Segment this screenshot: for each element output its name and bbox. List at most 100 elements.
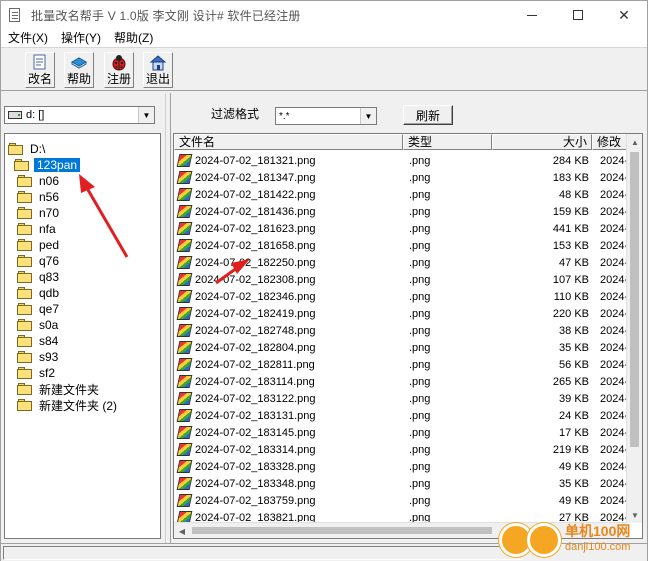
menu-operation[interactable]: 操作(Y)	[54, 29, 107, 47]
refresh-button[interactable]: 刷新	[403, 105, 453, 125]
scroll-up-icon[interactable]: ▲	[627, 134, 642, 150]
table-row[interactable]: 2024-07-02_181623.png .png 441 KB 2024-	[174, 220, 632, 237]
table-row[interactable]: 2024-07-02_182346.png .png 110 KB 2024-	[174, 288, 632, 305]
table-row[interactable]: 2024-07-02_181347.png .png 183 KB 2024-	[174, 169, 632, 186]
pane-splitter[interactable]	[165, 93, 171, 543]
column-header-modified[interactable]: 修改	[592, 134, 627, 150]
file-size: 441 KB	[552, 222, 589, 235]
tree-root[interactable]: D:\	[8, 141, 47, 157]
table-row[interactable]: 2024-07-02_182308.png .png 107 KB 2024-	[174, 271, 632, 288]
hscroll-thumb[interactable]	[192, 527, 492, 534]
folder-icon	[17, 367, 33, 379]
table-row[interactable]: 2024-07-02_183314.png .png 219 KB 2024-	[174, 441, 632, 458]
tree-item[interactable]: s0a	[17, 317, 60, 333]
column-header-type[interactable]: 类型	[403, 134, 492, 150]
menu-help[interactable]: 帮助(Z)	[107, 29, 159, 47]
file-name-cell: 2024-07-02_182748.png	[174, 324, 403, 337]
folder-icon	[17, 175, 33, 187]
chevron-down-icon[interactable]: ▼	[360, 108, 376, 124]
table-row[interactable]: 2024-07-02_182748.png .png 38 KB 2024-	[174, 322, 632, 339]
table-row[interactable]: 2024-07-02_182419.png .png 220 KB 2024-	[174, 305, 632, 322]
help-button[interactable]: 帮助	[64, 52, 94, 88]
tree-item[interactable]: ped	[17, 237, 61, 253]
table-row[interactable]: 2024-07-02_182804.png .png 35 KB 2024-	[174, 339, 632, 356]
folder-icon	[17, 383, 33, 395]
file-type: .png	[409, 443, 431, 456]
tree-item[interactable]: 新建文件夹 (2)	[17, 397, 119, 413]
chevron-down-icon[interactable]: ▼	[138, 107, 154, 123]
tree-item[interactable]: 新建文件夹	[17, 381, 101, 397]
tree-item[interactable]: n56	[17, 189, 61, 205]
menu-file[interactable]: 文件(X)	[1, 29, 54, 47]
tree-item-123pan[interactable]: 123pan	[14, 157, 81, 173]
folder-icon	[17, 351, 33, 363]
column-header-name[interactable]: 文件名	[174, 134, 403, 150]
file-name-cell: 2024-07-02_181347.png	[174, 171, 403, 184]
table-row[interactable]: 2024-07-02_183328.png .png 49 KB 2024-	[174, 458, 632, 475]
file-name: 2024-07-02_181623.png	[195, 222, 316, 235]
tree-item[interactable]: n06	[17, 173, 61, 189]
tree-item[interactable]: sf2	[17, 365, 57, 381]
file-name-cell: 2024-07-02_183759.png	[174, 494, 403, 507]
tree-item[interactable]: q83	[17, 269, 61, 285]
tree-item-label: ped	[39, 238, 60, 252]
tree-item[interactable]: q76	[17, 253, 61, 269]
table-row[interactable]: 2024-07-02_182811.png .png 56 KB 2024-	[174, 356, 632, 373]
scroll-left-icon[interactable]: ◀	[174, 523, 190, 538]
table-row[interactable]: 2024-07-02_181436.png .png 159 KB 2024-	[174, 203, 632, 220]
watermark-text: 单机100网	[565, 523, 631, 539]
table-row[interactable]: 2024-07-02_181321.png .png 284 KB 2024-	[174, 152, 632, 169]
close-button[interactable]: ✕	[601, 1, 647, 29]
drive-selector[interactable]: d: [] ▼	[4, 106, 155, 124]
filter-input[interactable]	[276, 108, 356, 125]
png-file-icon	[176, 290, 193, 303]
rename-button[interactable]: 改名	[25, 52, 55, 88]
tree-item[interactable]: qe7	[17, 301, 61, 317]
file-list: 文件名 类型 大小 修改 2024-07-02_181321.png .png 28…	[173, 133, 643, 539]
tree-item-label: s93	[39, 350, 59, 364]
tree-item[interactable]: nfa	[17, 221, 58, 237]
tree-item[interactable]: s84	[17, 333, 60, 349]
vertical-scrollbar[interactable]: ▲ ▼	[626, 134, 642, 523]
png-file-icon	[176, 494, 193, 507]
folder-icon	[17, 287, 33, 299]
png-file-icon	[176, 409, 193, 422]
rename-label: 改名	[27, 72, 52, 86]
table-row[interactable]: 2024-07-02_182250.png .png 47 KB 2024-	[174, 254, 632, 271]
folder-icon	[17, 191, 33, 203]
file-name-cell: 2024-07-02_183131.png	[174, 409, 403, 422]
table-row[interactable]: 2024-07-02_183114.png .png 265 KB 2024-	[174, 373, 632, 390]
filter-combo[interactable]: ▼	[275, 107, 377, 125]
exit-button[interactable]: 退出	[143, 52, 173, 88]
tree-item[interactable]: qdb	[17, 285, 61, 301]
tree-item[interactable]: s93	[17, 349, 60, 365]
scroll-thumb[interactable]	[630, 152, 639, 447]
table-row[interactable]: 2024-07-02_181658.png .png 153 KB 2024-	[174, 237, 632, 254]
maximize-button[interactable]	[555, 1, 601, 29]
file-type: .png	[409, 375, 431, 388]
tree-item-label: s84	[39, 334, 59, 348]
table-row[interactable]: 2024-07-02_181422.png .png 48 KB 2024-	[174, 186, 632, 203]
file-name: 2024-07-02_181436.png	[195, 205, 316, 218]
png-file-icon	[176, 256, 193, 269]
tree-item[interactable]: n70	[17, 205, 61, 221]
file-name-cell: 2024-07-02_181658.png	[174, 239, 403, 252]
table-row[interactable]: 2024-07-02_183122.png .png 39 KB 2024-	[174, 390, 632, 407]
tree-item-label: nfa	[39, 222, 56, 236]
column-header-size[interactable]: 大小	[492, 134, 592, 150]
status-panel	[3, 546, 523, 560]
minimize-button[interactable]	[509, 1, 555, 29]
table-row[interactable]: 2024-07-02_183759.png .png 49 KB 2024-	[174, 492, 632, 509]
file-name: 2024-07-02_182346.png	[195, 290, 316, 303]
table-row[interactable]: 2024-07-02_183131.png .png 24 KB 2024-	[174, 407, 632, 424]
tree-item-label: 新建文件夹 (2)	[39, 398, 118, 413]
file-type: .png	[409, 256, 431, 269]
file-name: 2024-07-02_183759.png	[195, 494, 316, 507]
table-row[interactable]: 2024-07-02_183145.png .png 17 KB 2024-	[174, 424, 632, 441]
table-row[interactable]: 2024-07-02_183348.png .png 35 KB 2024-	[174, 475, 632, 492]
register-button[interactable]: 注册	[104, 52, 134, 88]
png-file-icon	[176, 443, 193, 456]
folder-tree: D:\ 123pan n06 n56 n70 nfa ped q76 q83 q…	[4, 133, 161, 539]
tree-item-label: n56	[39, 190, 60, 204]
file-name-cell: 2024-07-02_181321.png	[174, 154, 403, 167]
